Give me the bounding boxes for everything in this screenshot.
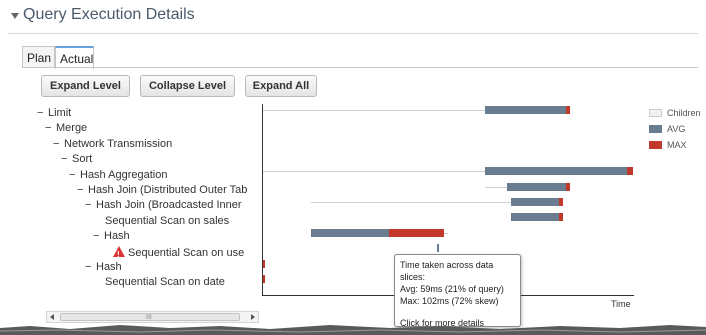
tree-node-label: Sequential Scan on sales [105,214,230,227]
scrollbar-thumb[interactable]: III [60,313,240,321]
details-header: Query Execution Details [0,0,706,38]
max-bar[interactable] [263,259,265,268]
slice-tooltip[interactable]: Time taken across data slices: Avg: 59ms… [394,254,521,328]
tree-node-label: Limit [48,107,72,119]
max-bar[interactable] [263,274,265,283]
expand-all-button[interactable]: Expand All [245,75,317,97]
tooltip-line-1: Time taken across data slices: [400,260,494,282]
tree-node[interactable]: Sequential Scan on sales [105,214,229,229]
tooltip-line-3: Max: 102ms (72% skew) [400,296,499,306]
max-bar[interactable] [559,197,563,206]
tabs-divider [22,67,698,68]
tree-node-label: Sequential Scan on use [128,246,245,259]
tree-node[interactable]: − Hash Aggregation [69,168,167,183]
collapse-toggle-icon[interactable]: − [93,229,104,244]
collapse-toggle-icon[interactable]: − [85,260,96,275]
legend-swatch [649,109,662,117]
scroll-left-icon[interactable] [50,314,54,320]
header-divider [8,33,698,34]
tree-node[interactable]: − Merge [45,121,87,136]
tree-node-label: Network Transmission [64,137,173,150]
tree-horizontal-scrollbar[interactable]: III [46,311,259,323]
tree-node[interactable]: − Hash Join (Distributed Outer Tab [77,183,247,198]
scroll-right-icon[interactable] [251,314,255,320]
legend-label: MAX [667,140,687,150]
avg-bar[interactable] [485,167,628,176]
tree-node-label: Hash Join (Broadcasted Inner [96,199,242,212]
collapse-toggle-icon[interactable]: − [61,152,72,167]
tree-node[interactable]: − Hash Join (Broadcasted Inner [85,198,242,213]
avg-bar[interactable] [485,105,567,114]
collapse-toggle-icon[interactable]: − [37,106,48,121]
tree-node-label: Sort [72,153,93,166]
avg-bar[interactable] [510,197,563,206]
tab-plan[interactable]: Plan [22,46,55,68]
collapse-toggle-icon[interactable]: − [53,137,64,152]
tree-node-label: Hash Aggregation [80,168,168,181]
tree-node[interactable]: Sequential Scan on use [113,245,245,262]
max-bar[interactable] [559,213,563,222]
plan-tree: − Limit − Merge − Network Transmission − Sort − H… [37,99,259,311]
page-title: Query Execution Details [23,6,195,23]
legend-label: Children [667,108,701,118]
avg-bar[interactable] [311,228,389,237]
chart-x-axis-label: Time [611,299,631,309]
tree-node[interactable]: − Network Transmission [53,137,172,152]
avg-bar[interactable] [510,213,559,222]
legend-swatch [649,125,662,133]
collapse-level-button[interactable]: Collapse Level [140,75,235,97]
legend-label: AVG [667,124,686,134]
tooltip-line-2: Avg: 59ms (21% of query) [400,284,504,294]
tree-node[interactable]: − Limit [37,106,71,121]
tree-node[interactable]: − Hash [85,260,122,275]
collapse-toggle-icon[interactable]: − [85,198,96,213]
torn-edge-decoration [0,325,706,335]
collapse-toggle-icon[interactable]: − [69,168,80,183]
collapse-toggle-icon[interactable]: − [77,183,88,198]
collapse-toggle-icon[interactable]: − [45,121,56,136]
tree-node[interactable]: − Hash [93,229,130,244]
max-bar[interactable] [566,105,571,114]
tree-node-label: Hash Join (Distributed Outer Tab [88,184,248,196]
legend-swatch [649,141,662,149]
avg-bar[interactable] [436,244,439,253]
max-bar[interactable] [627,167,633,176]
tree-node-label: Sequential Scan on date [105,276,225,289]
avg-bar[interactable] [507,182,567,191]
tree-node[interactable]: − Sort [61,152,92,167]
warning-icon [113,245,125,262]
tab-actual[interactable]: Actual [55,46,94,69]
scrollbar-grip: III [146,314,152,321]
expand-level-button[interactable]: Expand Level [41,75,130,97]
tree-node-label: Hash [104,230,130,243]
max-bar[interactable] [566,182,571,191]
tree-node[interactable]: Sequential Scan on date [105,275,225,290]
tree-node-label: Hash [96,261,122,273]
max-bar[interactable] [388,228,445,237]
tree-node-label: Merge [56,122,88,135]
collapse-arrow-icon[interactable] [11,13,19,19]
